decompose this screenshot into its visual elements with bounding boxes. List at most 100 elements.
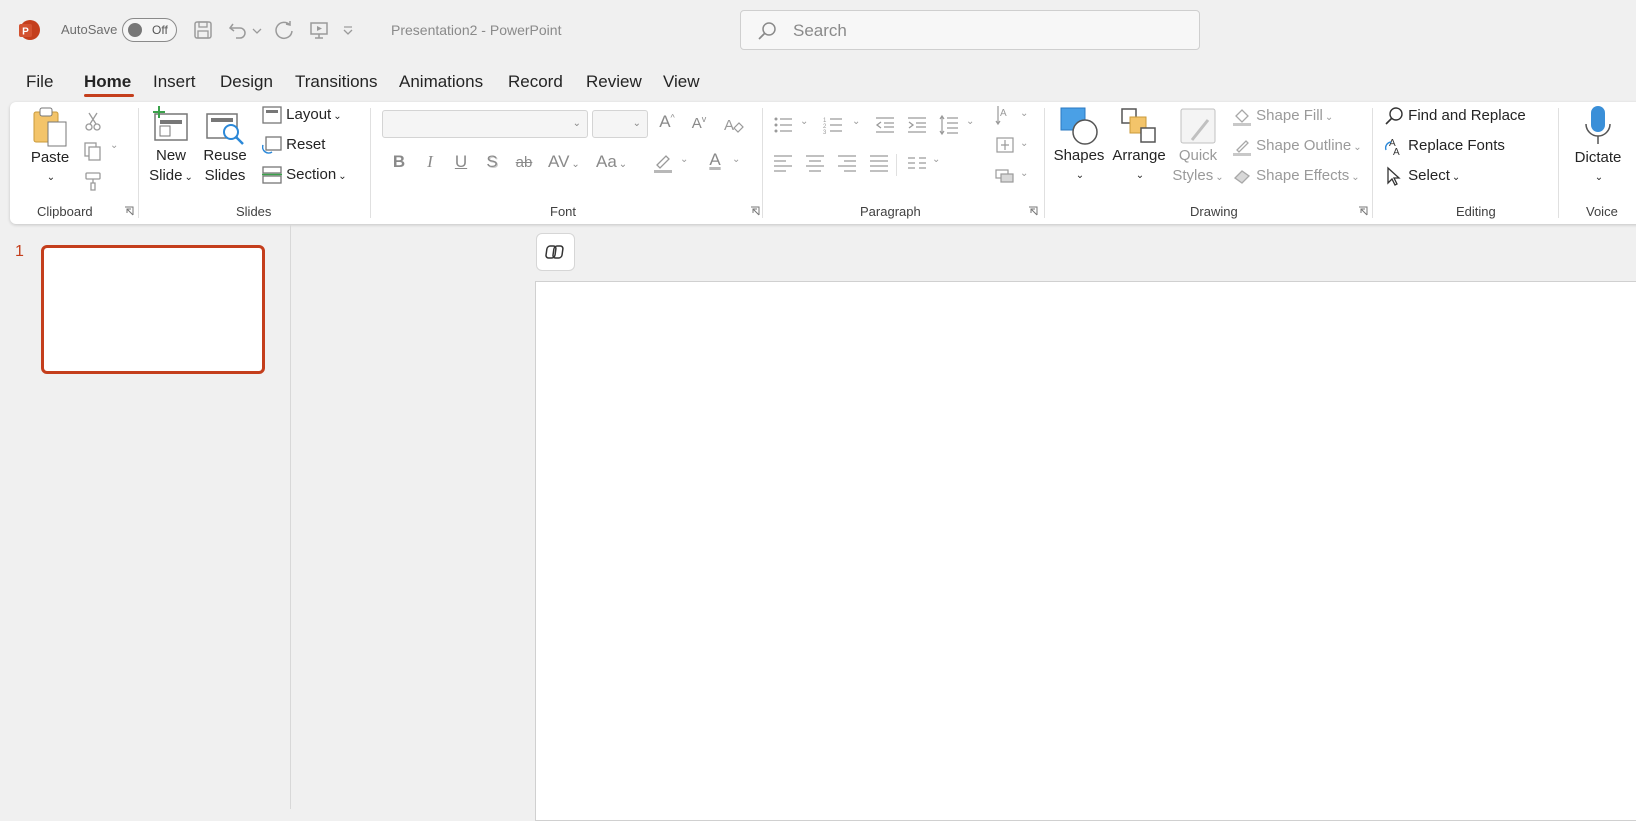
autosave-state: Off <box>152 23 168 37</box>
find-and-replace-button[interactable]: Find and Replace <box>1384 106 1526 126</box>
paste-button[interactable]: Paste ⌄ <box>26 106 74 188</box>
font-launcher-icon[interactable] <box>750 206 760 216</box>
copy-dropdown-icon[interactable]: ⌄ <box>110 140 118 151</box>
reset-label: Reset <box>286 136 326 153</box>
font-size-combo[interactable]: ⌄ <box>592 110 648 138</box>
drawing-launcher-icon[interactable] <box>1358 206 1368 216</box>
pane-divider[interactable] <box>290 225 291 809</box>
undo-icon[interactable] <box>226 18 250 42</box>
shape-fill-button[interactable]: Shape Fill ⌄ <box>1232 106 1333 126</box>
autosave-toggle[interactable]: Off <box>122 18 177 42</box>
undo-dropdown-icon[interactable] <box>250 18 264 42</box>
change-case-button[interactable]: Aa ⌄ <box>596 152 627 172</box>
copy-icon[interactable] <box>82 140 104 162</box>
shape-outline-button[interactable]: Shape Outline ⌄ <box>1232 136 1362 156</box>
bold-button[interactable]: B <box>386 152 412 172</box>
customize-qat-icon[interactable] <box>340 18 356 42</box>
quick-styles-label-1: Quick <box>1178 147 1218 164</box>
shapes-label: Shapes <box>1053 147 1105 164</box>
font-color-button[interactable]: A <box>702 150 728 170</box>
numbering-dropdown-icon[interactable]: ⌄ <box>852 116 860 127</box>
align-text-icon[interactable] <box>994 134 1016 156</box>
smartart-icon[interactable] <box>994 164 1016 186</box>
slide-thumbnail[interactable] <box>41 245 265 374</box>
shape-effects-button[interactable]: Shape Effects ⌄ <box>1232 166 1360 186</box>
text-shadow-button[interactable]: S <box>479 152 505 172</box>
tab-design[interactable]: Design <box>220 72 273 92</box>
cut-icon[interactable] <box>82 110 104 132</box>
numbering-icon[interactable]: 123 <box>822 114 844 136</box>
align-right-icon[interactable] <box>836 152 858 174</box>
quick-styles-label-2: Styles ⌄ <box>1172 167 1224 184</box>
tab-insert[interactable]: Insert <box>153 72 196 92</box>
bullets-icon[interactable] <box>772 114 794 136</box>
character-spacing-button[interactable]: AV ⌄ <box>548 152 580 172</box>
section-icon <box>262 166 282 184</box>
group-separator <box>370 108 371 218</box>
bullets-dropdown-icon[interactable]: ⌄ <box>800 116 808 127</box>
text-direction-icon[interactable]: A <box>994 104 1016 126</box>
line-spacing-dropdown-icon[interactable]: ⌄ <box>966 116 974 127</box>
columns-icon[interactable] <box>906 152 928 174</box>
layout-button[interactable]: Layout ⌄ <box>262 106 342 124</box>
columns-dropdown-icon[interactable]: ⌄ <box>932 154 940 165</box>
save-icon[interactable] <box>191 18 215 42</box>
shrink-font-button[interactable]: Av <box>686 114 712 132</box>
font-name-combo[interactable]: ⌄ <box>382 110 588 138</box>
group-separator <box>1044 108 1045 218</box>
present-from-beginning-icon[interactable] <box>307 18 331 42</box>
justify-icon[interactable] <box>868 152 890 174</box>
reuse-slides-label-1: Reuse <box>203 147 247 164</box>
underline-button[interactable]: U <box>448 152 474 172</box>
replace-fonts-label: Replace Fonts <box>1408 136 1505 154</box>
arrange-button[interactable]: Arrange ⌄ <box>1110 106 1168 186</box>
highlight-color-icon[interactable] <box>652 152 674 174</box>
strikethrough-button[interactable]: ab <box>511 154 537 171</box>
tab-home[interactable]: Home <box>84 72 131 92</box>
toggle-knob <box>128 23 142 37</box>
new-slide-button[interactable]: New Slide ⌄ <box>146 106 196 188</box>
paste-icon <box>33 107 67 147</box>
ribbon-tabs: File Home Insert Design Transitions Anim… <box>0 64 1636 97</box>
shapes-button[interactable]: Shapes ⌄ <box>1050 106 1108 186</box>
clear-formatting-icon[interactable]: A <box>722 114 744 136</box>
tab-view[interactable]: View <box>663 72 700 92</box>
copilot-button[interactable] <box>536 233 575 271</box>
format-painter-icon[interactable] <box>82 170 104 192</box>
reuse-slides-button[interactable]: Reuse Slides <box>200 106 250 186</box>
quick-styles-button[interactable]: Quick Styles ⌄ <box>1170 106 1226 188</box>
decrease-indent-icon[interactable] <box>874 114 896 136</box>
section-label: Section <box>286 166 337 183</box>
font-color-dropdown-icon[interactable]: ⌄ <box>732 154 740 165</box>
grow-font-button[interactable]: A^ <box>654 112 680 132</box>
align-center-icon[interactable] <box>804 152 826 174</box>
line-spacing-icon[interactable] <box>938 114 960 136</box>
search-box[interactable]: Search <box>740 10 1200 50</box>
tab-record[interactable]: Record <box>508 72 563 92</box>
text-direction-dropdown-icon[interactable]: ⌄ <box>1020 108 1028 119</box>
select-button[interactable]: Select ⌄ <box>1384 166 1460 186</box>
paragraph-launcher-icon[interactable] <box>1028 206 1038 216</box>
tab-file[interactable]: File <box>26 72 53 92</box>
highlight-dropdown-icon[interactable]: ⌄ <box>680 154 688 165</box>
search-placeholder: Search <box>793 21 847 40</box>
group-label-font: Font <box>550 204 577 219</box>
tab-review[interactable]: Review <box>586 72 642 92</box>
replace-fonts-button[interactable]: AA Replace Fonts <box>1384 136 1505 158</box>
italic-button[interactable]: I <box>417 152 443 172</box>
reset-button[interactable]: Reset <box>261 136 326 154</box>
section-button[interactable]: Section ⌄ <box>262 166 347 184</box>
tab-animations[interactable]: Animations <box>399 72 483 92</box>
tab-transitions[interactable]: Transitions <box>295 72 378 92</box>
clipboard-launcher-icon[interactable] <box>124 206 134 216</box>
dictate-button[interactable]: Dictate ⌄ <box>1566 104 1630 188</box>
align-left-icon[interactable] <box>772 152 794 174</box>
align-text-dropdown-icon[interactable]: ⌄ <box>1020 138 1028 149</box>
redo-icon[interactable] <box>272 18 296 42</box>
group-label-slides: Slides <box>236 204 272 219</box>
increase-indent-icon[interactable] <box>906 114 928 136</box>
title-bar: P AutoSave Off Presentation2 - PowerPoin… <box>0 0 1636 58</box>
svg-text:A: A <box>724 117 734 134</box>
smartart-dropdown-icon[interactable]: ⌄ <box>1020 168 1028 179</box>
slide-canvas[interactable] <box>535 281 1636 821</box>
